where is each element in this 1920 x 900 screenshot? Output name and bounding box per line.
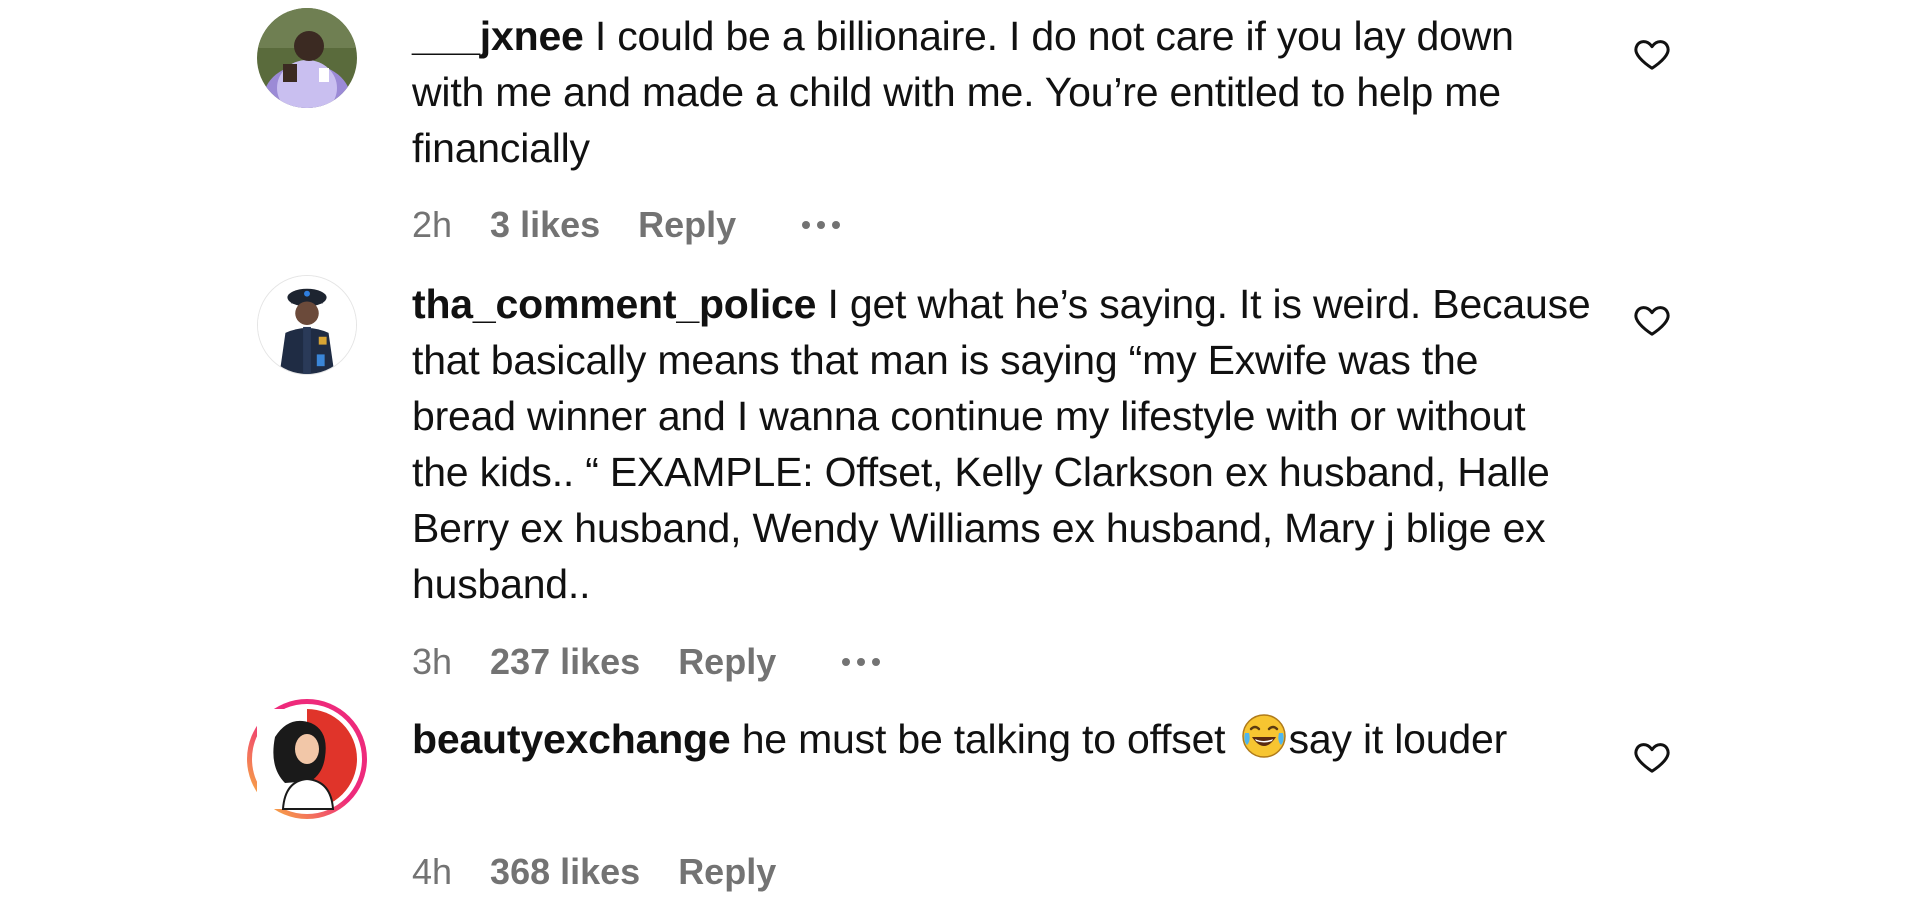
comment-text: he must be talking to offset <box>741 716 1226 762</box>
face-with-tears-of-joy-icon <box>1241 713 1287 759</box>
comment-meta: 4h 368 likes Reply <box>412 848 776 896</box>
avatar[interactable] <box>257 8 357 108</box>
comment-likes[interactable]: 368 likes <box>490 851 640 893</box>
comment-meta: 2h 3 likes Reply <box>412 201 841 249</box>
comment-username[interactable]: ___jxnee <box>412 13 584 59</box>
comment-time[interactable]: 4h <box>412 851 452 893</box>
comment-time[interactable]: 2h <box>412 204 452 246</box>
comment-username[interactable]: tha_comment_police <box>412 281 816 327</box>
more-options-icon[interactable] <box>842 658 881 666</box>
avatar-woman-illustration-icon <box>247 699 367 819</box>
comment-username[interactable]: beautyexchange <box>412 716 731 762</box>
comment-body: tha_comment_police I get what he’s sayin… <box>412 276 1592 612</box>
comment-meta: 3h 237 likes Reply <box>412 638 881 686</box>
avatar[interactable] <box>257 275 357 375</box>
reply-button[interactable]: Reply <box>678 641 776 683</box>
comment-text: say it louder <box>1288 716 1508 762</box>
comment-text: I get what he’s saying. It is weird. Bec… <box>412 281 1591 607</box>
like-heart-icon[interactable] <box>1632 34 1672 74</box>
avatar[interactable] <box>245 697 369 821</box>
reply-button[interactable]: Reply <box>678 851 776 893</box>
comment-body: beautyexchange he must be talking to off… <box>412 711 1592 767</box>
comment-likes[interactable]: 237 likes <box>490 641 640 683</box>
comment-likes[interactable]: 3 likes <box>490 204 600 246</box>
avatar-photo-icon <box>257 8 357 108</box>
more-options-icon[interactable] <box>802 221 841 229</box>
reply-button[interactable]: Reply <box>638 204 736 246</box>
comment-body: ___jxnee I could be a billionaire. I do … <box>412 8 1592 176</box>
avatar-police-officer-icon <box>258 276 356 374</box>
like-heart-icon[interactable] <box>1632 737 1672 777</box>
like-heart-icon[interactable] <box>1632 300 1672 340</box>
comment-time[interactable]: 3h <box>412 641 452 683</box>
